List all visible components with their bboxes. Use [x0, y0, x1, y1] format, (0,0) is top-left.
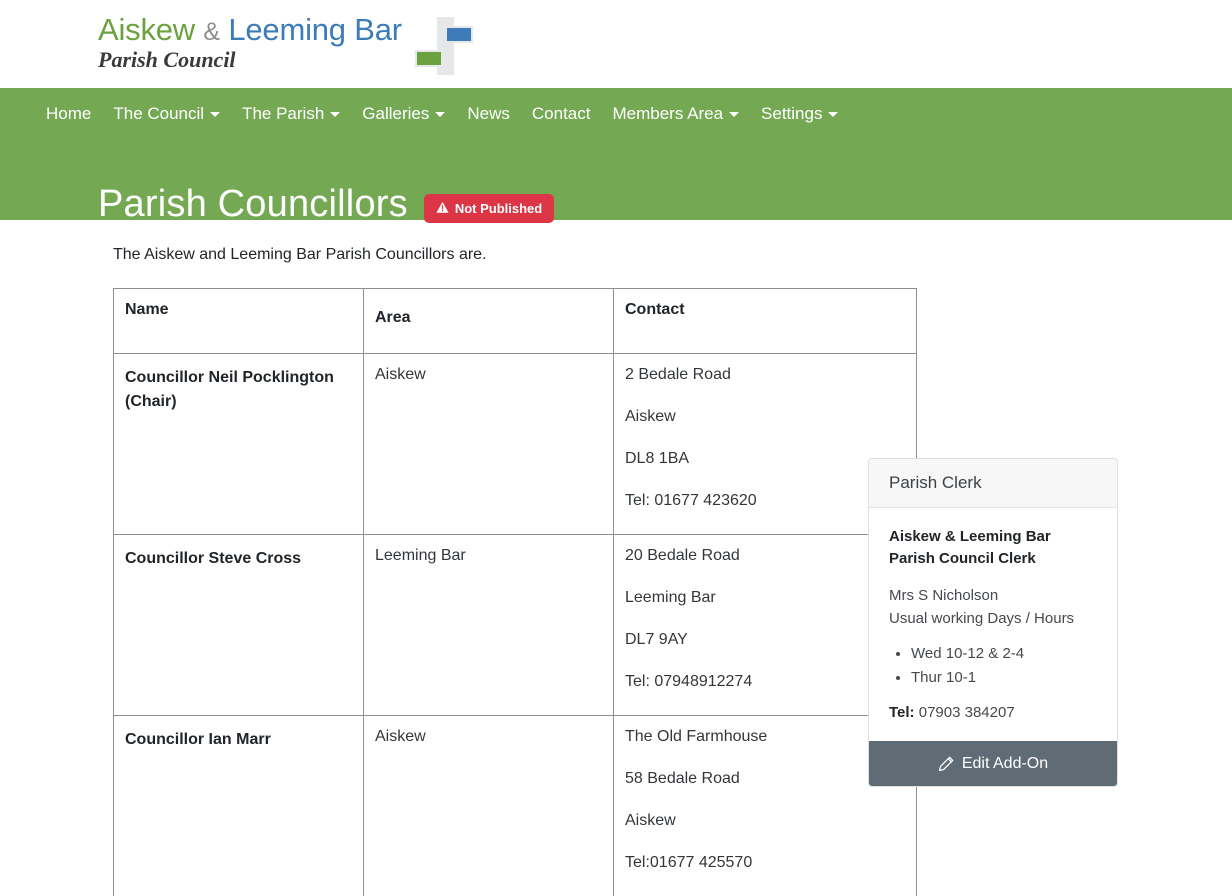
logo-ampersand: &: [203, 18, 220, 46]
contact-line-phone: Tel: 01677 423620: [625, 492, 757, 509]
nav-label: Home: [46, 104, 92, 123]
table-row: Councillor Ian Marr Aiskew The Old Farmh…: [113, 715, 917, 896]
logo-mark-green-block: [414, 50, 443, 67]
nav-label: The Parish: [242, 104, 325, 123]
clerk-hours-label: Usual working Days / Hours: [889, 609, 1075, 627]
table-head: Name Area Contact: [113, 288, 917, 354]
nav-label: Contact: [531, 104, 591, 123]
main-column: The Aiskew and Leeming Bar Parish Counci…: [0, 220, 917, 896]
logo-word-aiskew: Aiskew: [98, 12, 195, 47]
site-logo[interactable]: Aiskew & Leeming Bar Parish Council: [98, 14, 473, 75]
nav-label: Members Area: [612, 104, 724, 123]
clerk-hours-list: Wed 10-12 & 2-4 Thur 10-1: [889, 642, 1097, 690]
nav-label: News: [467, 104, 510, 123]
contact-line: Aiskew: [625, 812, 676, 829]
table-body: Councillor Neil Pocklington (Chair) Aisk…: [113, 353, 917, 896]
contact-line: The Old Farmhouse: [625, 728, 768, 745]
card-title: Parish Clerk: [869, 459, 1117, 508]
contact-line: DL7 9AY: [625, 631, 688, 648]
contact-line: 20 Bedale Road: [625, 547, 740, 564]
nav-item-contact[interactable]: Contact: [521, 98, 602, 130]
clerk-details: Mrs S Nicholson Usual working Days / Hou…: [889, 584, 1097, 631]
chevron-down-icon: [435, 111, 446, 117]
list-item: Thur 10-1: [911, 666, 1097, 690]
card-body: Aiskew & Leeming Bar Parish Council Cler…: [869, 508, 1117, 741]
logo-text: Aiskew & Leeming Bar Parish Council: [98, 14, 402, 71]
contact-line-phone: Tel:01677 425570: [625, 854, 753, 871]
councillors-table: Name Area Contact Councillor Neil Pockli…: [113, 288, 917, 896]
logo-mark-icon: [414, 17, 473, 75]
nav-item-settings[interactable]: Settings: [750, 98, 849, 130]
main-navigation: Home The Council The Parish Galleries Ne…: [0, 88, 1232, 140]
site-header: Aiskew & Leeming Bar Parish Council: [0, 0, 1232, 88]
list-item: Wed 10-12 & 2-4: [911, 642, 1097, 666]
contact-line-phone: Tel: 07948912274: [625, 673, 753, 690]
chevron-down-icon: [729, 111, 740, 117]
parish-clerk-card: Parish Clerk Aiskew & Leeming Bar Parish…: [868, 458, 1118, 787]
contact-line: DL8 1BA: [625, 450, 690, 467]
green-banner: Home The Council The Parish Galleries Ne…: [0, 88, 1232, 225]
clerk-phone-label: Tel:: [889, 704, 915, 721]
clerk-phone: Tel: 07903 384207: [889, 704, 1097, 721]
cell-name: Councillor Neil Pocklington (Chair): [113, 353, 364, 535]
clerk-name: Mrs S Nicholson: [889, 586, 999, 604]
logo-mark-blue-block: [444, 26, 473, 43]
contact-line: 58 Bedale Road: [625, 770, 740, 787]
nav-label: Galleries: [362, 104, 430, 123]
table-row: Councillor Steve Cross Leeming Bar 20 Be…: [113, 534, 917, 716]
chevron-down-icon: [828, 111, 839, 117]
cell-name: Councillor Ian Marr: [113, 715, 364, 896]
nav-label: The Council: [113, 104, 205, 123]
column-header-name: Name: [113, 288, 364, 354]
logo-subtitle: Parish Council: [98, 47, 236, 72]
contact-line: Leeming Bar: [625, 589, 716, 606]
chevron-down-icon: [330, 111, 341, 117]
nav-item-the-parish[interactable]: The Parish: [231, 98, 351, 130]
nav-item-galleries[interactable]: Galleries: [351, 98, 456, 130]
nav-item-the-council[interactable]: The Council: [102, 98, 231, 130]
cell-name: Councillor Steve Cross: [113, 534, 364, 716]
page-content: The Aiskew and Leeming Bar Parish Counci…: [0, 220, 1232, 896]
nav-item-home[interactable]: Home: [46, 98, 102, 130]
status-badge-label: Not Published: [454, 201, 543, 217]
table-header-row: Name Area Contact: [113, 288, 917, 354]
nav-item-members-area[interactable]: Members Area: [601, 98, 750, 130]
intro-text: The Aiskew and Leeming Bar Parish Counci…: [113, 246, 487, 263]
warning-triangle-icon: [436, 201, 449, 216]
cell-area: Aiskew: [363, 353, 614, 535]
edit-add-on-button[interactable]: Edit Add-On: [869, 741, 1117, 786]
logo-word-leeming-bar: Leeming Bar: [228, 12, 402, 47]
contact-line: Aiskew: [625, 408, 676, 425]
nav-label: Settings: [761, 104, 823, 123]
nav-item-news[interactable]: News: [456, 98, 521, 130]
sidebar: Parish Clerk Aiskew & Leeming Bar Parish…: [868, 220, 1118, 896]
cell-area: Aiskew: [363, 715, 614, 896]
edit-add-on-label: Edit Add-On: [961, 755, 1049, 772]
chevron-down-icon: [210, 111, 221, 117]
clerk-heading: Aiskew & Leeming Bar Parish Council Cler…: [889, 528, 1051, 567]
contact-line: 2 Bedale Road: [625, 366, 731, 383]
clerk-phone-number: 07903 384207: [918, 704, 1015, 721]
status-badge-not-published[interactable]: Not Published: [423, 194, 555, 224]
column-header-area: Area: [363, 288, 614, 354]
pencil-icon: [938, 756, 954, 772]
cell-area: Leeming Bar: [363, 534, 614, 716]
table-row: Councillor Neil Pocklington (Chair) Aisk…: [113, 353, 917, 535]
logo-title: Aiskew & Leeming Bar: [98, 14, 402, 45]
